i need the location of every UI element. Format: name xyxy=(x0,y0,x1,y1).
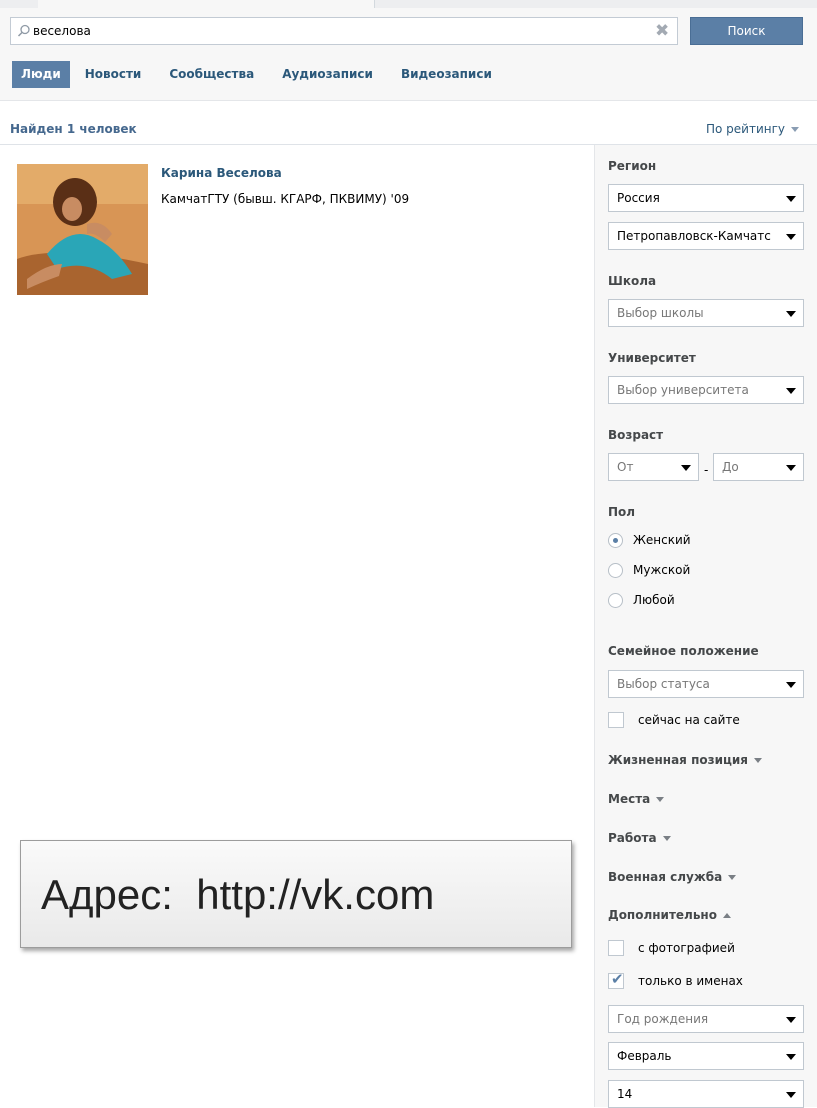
gender-label: Любой xyxy=(633,593,675,607)
places-toggle[interactable]: Места xyxy=(608,792,665,806)
school-select[interactable]: Выбор школы xyxy=(608,299,804,327)
birth-day-select[interactable]: 14 xyxy=(608,1080,804,1108)
clear-icon[interactable]: ✖ xyxy=(655,22,669,40)
marital-title: Семейное положение xyxy=(608,644,759,658)
university-placeholder: Выбор университета xyxy=(617,383,749,397)
radio-icon xyxy=(608,563,623,578)
chevron-down-icon xyxy=(754,758,762,763)
browser-tab-edge xyxy=(38,0,375,8)
gender-title: Пол xyxy=(608,505,636,519)
chevron-down-icon xyxy=(786,388,796,394)
checkbox-icon xyxy=(608,940,624,956)
chevron-down-icon xyxy=(656,797,665,802)
work-toggle[interactable]: Работа xyxy=(608,831,671,845)
marital-select[interactable]: Выбор статуса xyxy=(608,670,804,698)
life-position-toggle[interactable]: Жизненная позиция xyxy=(608,753,762,767)
search-input[interactable] xyxy=(33,21,643,41)
results-bar: Найден 1 человек По рейтингу xyxy=(0,112,817,145)
chevron-down-icon xyxy=(728,875,737,880)
country-select[interactable]: Россия xyxy=(608,184,804,212)
with-photo-label: с фотографией xyxy=(638,941,735,955)
age-dash: - xyxy=(704,463,709,477)
additional-toggle[interactable]: Дополнительно xyxy=(608,908,731,922)
chevron-down-icon xyxy=(791,127,799,132)
university-title: Университет xyxy=(608,351,696,365)
birth-month-select[interactable]: Февраль xyxy=(608,1042,804,1070)
military-toggle[interactable]: Военная служба xyxy=(608,870,737,884)
region-title: Регион xyxy=(608,159,657,173)
avatar[interactable] xyxy=(17,164,148,295)
birth-month-value: Февраль xyxy=(617,1049,672,1063)
person-name-link[interactable]: Карина Веселова xyxy=(161,166,282,180)
checkbox-icon xyxy=(608,712,624,728)
school-title: Школа xyxy=(608,274,657,288)
school-placeholder: Выбор школы xyxy=(617,306,704,320)
country-value: Россия xyxy=(617,191,660,205)
online-label: сейчас на сайте xyxy=(638,713,740,727)
gender-label: Мужской xyxy=(633,563,691,577)
age-from-select[interactable]: От xyxy=(608,453,699,481)
chevron-down-icon xyxy=(662,836,671,841)
search-icon xyxy=(17,24,31,38)
names-only-label: только в именах xyxy=(638,974,743,988)
sort-dropdown[interactable]: По рейтингу xyxy=(706,122,799,136)
tab-video[interactable]: Видеозаписи xyxy=(392,61,501,88)
person-education: КамчатГТУ (бывш. КГАРФ, ПКВИМУ) '09 xyxy=(161,192,410,206)
city-select[interactable]: Петропавловск-Камчатс xyxy=(608,222,804,250)
sort-label: По рейтингу xyxy=(705,122,785,136)
tab-people[interactable]: Люди xyxy=(12,61,70,88)
university-select[interactable]: Выбор университета xyxy=(608,376,804,404)
radio-icon xyxy=(608,593,623,608)
section-tabs: Люди Новости Сообщества Аудиозаписи Видеозап… xyxy=(12,61,505,89)
gender-label: Женский xyxy=(633,533,691,547)
chevron-down-icon xyxy=(786,311,796,317)
search-button[interactable]: Поиск xyxy=(690,17,803,45)
chevron-down-icon xyxy=(786,1054,796,1060)
birth-day-value: 14 xyxy=(617,1087,633,1101)
address-callout: Адрес: http://vk.com xyxy=(20,840,572,948)
results-count: Найден 1 человек xyxy=(10,122,137,136)
birth-year-placeholder: Год рождения xyxy=(617,1012,709,1026)
city-value: Петропавловск-Камчатс xyxy=(617,229,771,243)
chevron-up-icon xyxy=(722,913,731,918)
birth-year-select[interactable]: Год рождения xyxy=(608,1005,804,1033)
chevron-down-icon xyxy=(786,465,796,471)
radio-selected-icon xyxy=(608,533,623,548)
address-text: Адрес: http://vk.com xyxy=(41,871,435,918)
chevron-down-icon xyxy=(786,1092,796,1098)
marital-placeholder: Выбор статуса xyxy=(617,677,710,691)
search-header: ✖ Поиск ЛюдиНовости Сообщества Аудиозаписи… xyxy=(0,8,817,101)
chevron-down-icon xyxy=(786,234,796,240)
checkbox-checked-icon: ✔ xyxy=(608,971,624,989)
filters-sidebar: Регион Россия Петропавловск-Камчатс Школ… xyxy=(594,145,817,1108)
top-strip xyxy=(0,0,817,8)
chevron-down-icon xyxy=(786,682,796,688)
chevron-down-icon xyxy=(681,465,691,471)
search-box[interactable]: ✖ xyxy=(10,17,678,45)
chevron-down-icon xyxy=(786,1017,796,1023)
chevron-down-icon xyxy=(786,196,796,202)
age-to-select[interactable]: До xyxy=(713,453,804,481)
age-to-placeholder: До xyxy=(722,460,739,474)
tab-audio[interactable]: Аудиозаписи xyxy=(273,61,382,88)
age-title: Возраст xyxy=(608,428,664,442)
tab-news[interactable]: Новости xyxy=(76,61,151,88)
tab-communities[interactable]: Сообщества xyxy=(160,61,263,88)
